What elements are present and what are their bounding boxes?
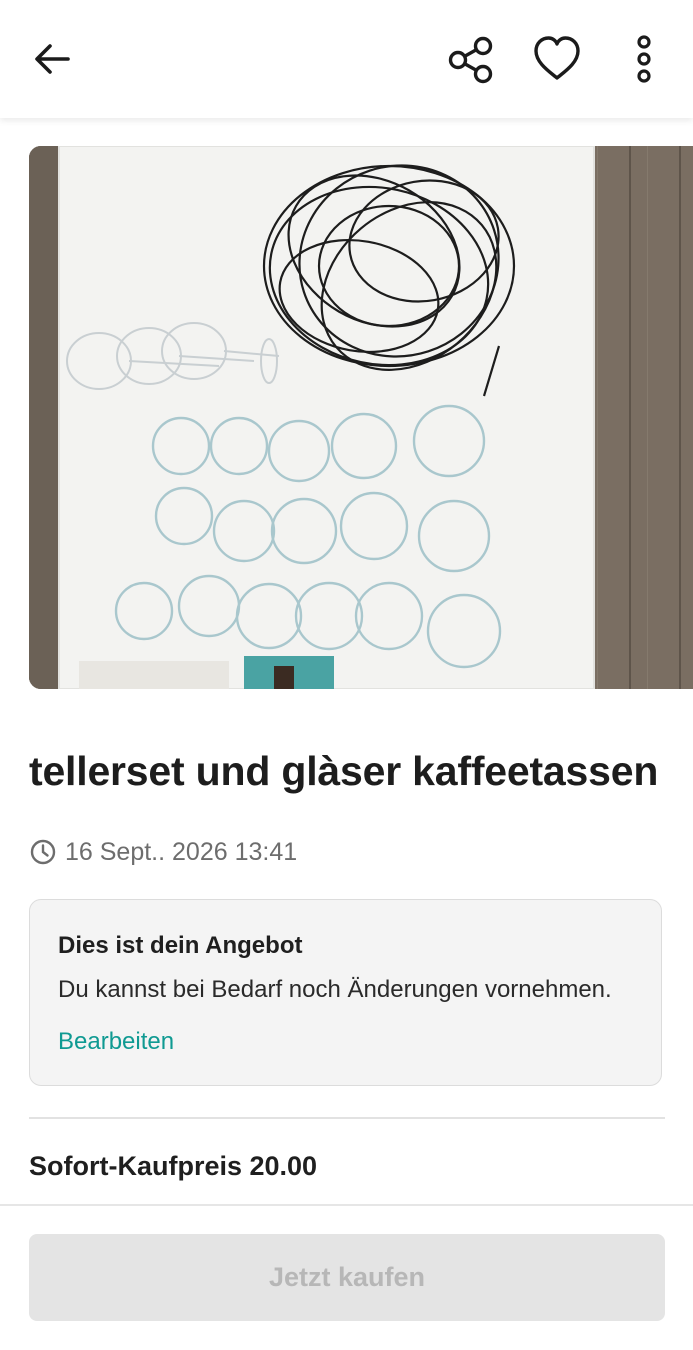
divider [29, 1117, 665, 1119]
notice-text: Du kannst bei Bedarf noch Änderungen vor… [58, 976, 612, 1003]
listing-title: tellerset und glàser kaffeetassen [29, 748, 659, 794]
share-icon [443, 32, 499, 88]
listing-date: 16 Sept.. 2026 13:41 [65, 837, 298, 866]
listing-photo[interactable] [29, 146, 693, 689]
edit-link[interactable]: Bearbeiten [58, 1028, 174, 1056]
arrow-left-icon [28, 34, 74, 84]
back-button[interactable] [28, 34, 74, 84]
notice-title: Dies ist dein Angebot [58, 932, 303, 959]
more-options-button[interactable] [624, 32, 664, 88]
heart-outline-icon [528, 30, 586, 88]
top-app-bar [0, 0, 693, 118]
buy-now-price: Sofort-Kaufpreis 20.00 [29, 1151, 318, 1181]
buy-now-button[interactable]: Jetzt kaufen [29, 1234, 665, 1321]
share-button[interactable] [443, 32, 499, 88]
clock-icon [29, 838, 57, 866]
own-offer-notice: Dies ist dein Angebot Du kannst bei Beda… [29, 899, 662, 1086]
more-vertical-icon [624, 32, 664, 88]
favorite-button[interactable] [528, 30, 586, 88]
listing-date-row: 16 Sept.. 2026 13:41 [29, 837, 297, 867]
